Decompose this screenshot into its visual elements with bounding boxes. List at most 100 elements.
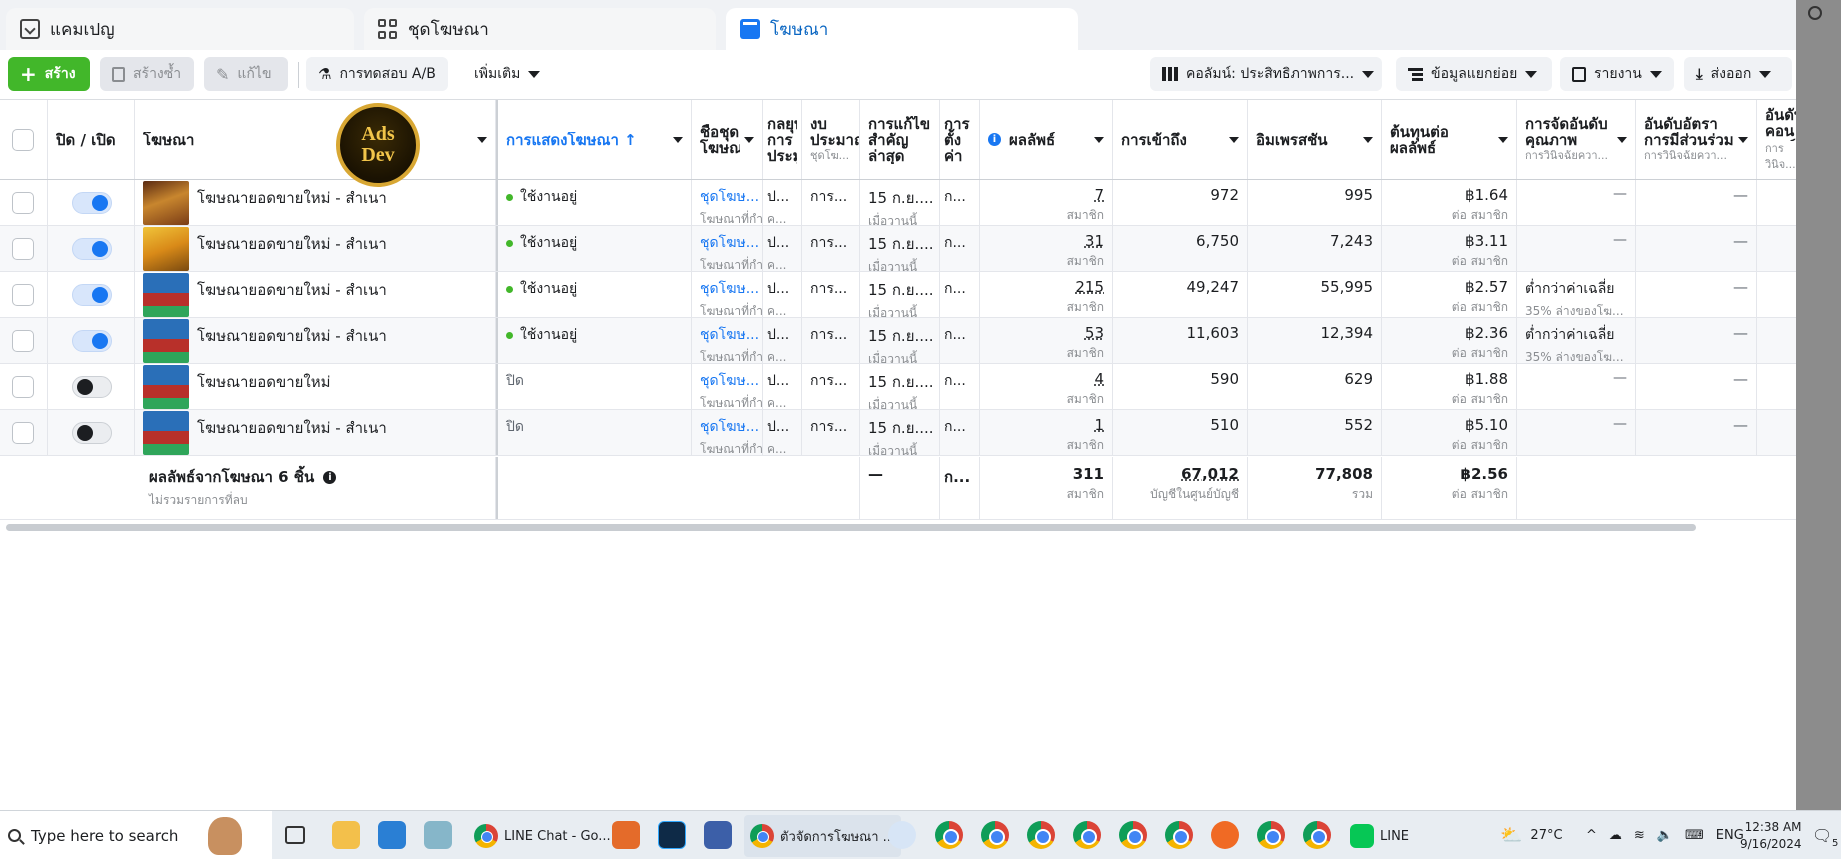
chrome-icon[interactable]: [1027, 821, 1055, 849]
search-input[interactable]: Type here to search: [31, 827, 178, 845]
ad-toggle[interactable]: [72, 237, 112, 260]
chrome-icon[interactable]: [981, 821, 1009, 849]
export-dropdown[interactable]: ⤓ ส่งออก: [1684, 57, 1792, 91]
adset-link[interactable]: ชุดโฆษ...: [700, 232, 759, 254]
header-bid-strategy[interactable]: กลยุทธ์การประมูล: [763, 100, 802, 179]
ad-toggle[interactable]: [72, 375, 112, 398]
chrome-icon[interactable]: [1073, 821, 1101, 849]
ad-toggle[interactable]: [72, 329, 112, 352]
row-checkbox[interactable]: [12, 237, 34, 260]
file-explorer-icon[interactable]: [332, 821, 360, 849]
tab-adsets[interactable]: ชุดโฆษณา: [364, 8, 716, 50]
clock-icon[interactable]: [1808, 6, 1822, 20]
keyboard-icon[interactable]: ⌨: [1685, 828, 1704, 843]
header-attribution[interactable]: การตั้งค่า: [940, 100, 980, 179]
search-icon: [8, 829, 21, 842]
ad-toggle[interactable]: [72, 283, 112, 306]
ad-toggle[interactable]: [72, 191, 112, 214]
row-checkbox[interactable]: [12, 191, 34, 214]
header-conversion-ranking[interactable]: อันดับคอนเวอร์ชัน การวินิจ...: [1757, 100, 1796, 179]
table-row[interactable]: โฆษณายอดขายใหม่ - สำเนา ใช้งานอยู่ ชุดโฆ…: [0, 318, 1796, 364]
taskbar-app-line[interactable]: LINE: [1344, 815, 1415, 857]
row-checkbox[interactable]: [12, 375, 34, 398]
chevron-up-icon[interactable]: ^: [1586, 828, 1597, 843]
wifi-icon[interactable]: ≋: [1634, 828, 1645, 843]
ad-name[interactable]: โฆษณายอดขายใหม่ - สำเนา: [197, 232, 387, 256]
app-icon[interactable]: [704, 821, 732, 849]
header-cost-per-result[interactable]: ต้นทุนต่อผลลัพธ์: [1382, 100, 1517, 179]
chevron-down-icon: [477, 136, 487, 143]
photoshop-icon[interactable]: [658, 821, 686, 849]
info-icon[interactable]: i: [988, 133, 1001, 146]
chrome-icon[interactable]: [1119, 821, 1147, 849]
taskbar-app-ads-manager[interactable]: ตัวจัดการโฆษณา ...: [744, 815, 902, 857]
tab-campaigns[interactable]: แคมเปญ: [6, 8, 354, 50]
ab-test-button[interactable]: ⚗ การทดสอบ A/B: [306, 57, 448, 91]
ad-name-cell[interactable]: โฆษณายอดขายใหม่ - สำเนา: [135, 180, 496, 225]
ad-name[interactable]: โฆษณายอดขายใหม่ - สำเนา: [197, 278, 387, 302]
ad-name[interactable]: โฆษณายอดขายใหม่ - สำเนา: [197, 324, 387, 348]
ad-name-cell[interactable]: โฆษณายอดขายใหม่: [135, 364, 496, 409]
ad-toggle[interactable]: [72, 421, 112, 444]
vscode-icon[interactable]: [378, 821, 406, 849]
weather-widget[interactable]: ⛅ 27°C: [1500, 811, 1563, 859]
horizontal-scrollbar[interactable]: [6, 524, 1696, 531]
row-checkbox[interactable]: [12, 329, 34, 352]
row-checkbox[interactable]: [12, 283, 34, 306]
edit-button[interactable]: ✎ แก้ไข: [204, 57, 288, 91]
taskbar-clock[interactable]: 12:38 AM 9/16/2024: [1740, 811, 1802, 859]
header-results[interactable]: i ผลลัพธ์: [980, 100, 1113, 179]
header-adset-name[interactable]: ชื่อชุดโฆษณา: [692, 100, 763, 179]
header-toggle[interactable]: ปิด / เปิด: [48, 100, 135, 179]
taskbar-app-line-chat[interactable]: LINE Chat - Go...: [468, 815, 617, 857]
ad-name[interactable]: โฆษณายอดขายใหม่: [197, 370, 331, 394]
chrome-icon[interactable]: [1257, 821, 1285, 849]
volume-icon[interactable]: 🔈: [1657, 828, 1673, 843]
ad-name-cell[interactable]: โฆษณายอดขายใหม่ - สำเนา: [135, 410, 496, 455]
adset-link[interactable]: ชุดโฆษ...: [700, 278, 759, 300]
select-all-checkbox[interactable]: [12, 128, 34, 151]
duplicate-button[interactable]: สร้างซ้ำ: [100, 57, 194, 91]
ad-name-cell[interactable]: โฆษณายอดขายใหม่ - สำเนา: [135, 318, 496, 363]
adset-link[interactable]: ชุดโฆษ...: [700, 186, 759, 208]
columns-dropdown[interactable]: คอลัมน์: ประสิทธิภาพการ...: [1150, 57, 1382, 91]
table-row[interactable]: โฆษณายอดขายใหม่ - สำเนา ปิด ชุดโฆษ... โฆ…: [0, 410, 1796, 456]
table-row[interactable]: โฆษณายอดขายใหม่ - สำเนา ใช้งานอยู่ ชุดโฆ…: [0, 226, 1796, 272]
xampp-icon[interactable]: [612, 821, 640, 849]
app-icon[interactable]: [1211, 821, 1239, 849]
header-reach[interactable]: การเข้าถึง: [1113, 100, 1248, 179]
app-icon[interactable]: [424, 821, 452, 849]
header-ad-name[interactable]: โฆษณา: [135, 100, 496, 179]
ad-name-cell[interactable]: โฆษณายอดขายใหม่ - สำเนา: [135, 272, 496, 317]
header-quality-ranking[interactable]: การจัดอันดับคุณภาพ การวินิจฉัยควา...: [1517, 100, 1636, 179]
header-delivery[interactable]: การแสดงโฆษณา ↑: [496, 100, 692, 179]
header-engagement-ranking[interactable]: อันดับอัตราการมีส่วนร่วม การวินิจฉัยควา.…: [1636, 100, 1757, 179]
create-button[interactable]: + สร้าง: [8, 57, 90, 91]
table-row[interactable]: โฆษณายอดขายใหม่ ปิด ชุดโฆษ... โฆษณาที่กำ…: [0, 364, 1796, 410]
adset-link[interactable]: ชุดโฆษ...: [700, 324, 759, 346]
adset-link[interactable]: ชุดโฆษ...: [700, 370, 759, 392]
header-impressions[interactable]: อิมเพรสชั่น: [1248, 100, 1382, 179]
info-icon[interactable]: i: [323, 471, 337, 484]
ad-name[interactable]: โฆษณายอดขายใหม่ - สำเนา: [197, 416, 387, 440]
taskbar-search[interactable]: Type here to search: [0, 811, 272, 859]
ad-name-cell[interactable]: โฆษณายอดขายใหม่ - สำเนา: [135, 226, 496, 271]
table-row[interactable]: โฆษณายอดขายใหม่ - สำเนา ใช้งานอยู่ ชุดโฆ…: [0, 180, 1796, 226]
header-budget[interactable]: งบประมาณ ชุดโฆ...: [802, 100, 860, 179]
reports-dropdown[interactable]: รายงาน: [1560, 57, 1674, 91]
chrome-icon[interactable]: [935, 821, 963, 849]
app-icon[interactable]: [888, 821, 916, 849]
breakdown-dropdown[interactable]: ข้อมูลแยกย่อย: [1396, 57, 1552, 91]
more-dropdown[interactable]: เพิ่มเติม: [462, 57, 552, 91]
notification-button[interactable]: 🗨 5: [1812, 811, 1838, 859]
tab-ads[interactable]: โฆษณา: [726, 8, 1078, 50]
chrome-icon[interactable]: [1303, 821, 1331, 849]
table-row[interactable]: โฆษณายอดขายใหม่ - สำเนา ใช้งานอยู่ ชุดโฆ…: [0, 272, 1796, 318]
task-view-icon[interactable]: [285, 826, 305, 844]
network-icon[interactable]: ☁: [1609, 828, 1622, 843]
adset-link[interactable]: ชุดโฆษ...: [700, 416, 759, 438]
ad-name[interactable]: โฆษณายอดขายใหม่ - สำเนา: [197, 186, 387, 210]
header-last-edit[interactable]: การแก้ไขสำคัญล่าสุด: [860, 100, 940, 179]
row-checkbox[interactable]: [12, 421, 34, 444]
chrome-icon[interactable]: [1165, 821, 1193, 849]
